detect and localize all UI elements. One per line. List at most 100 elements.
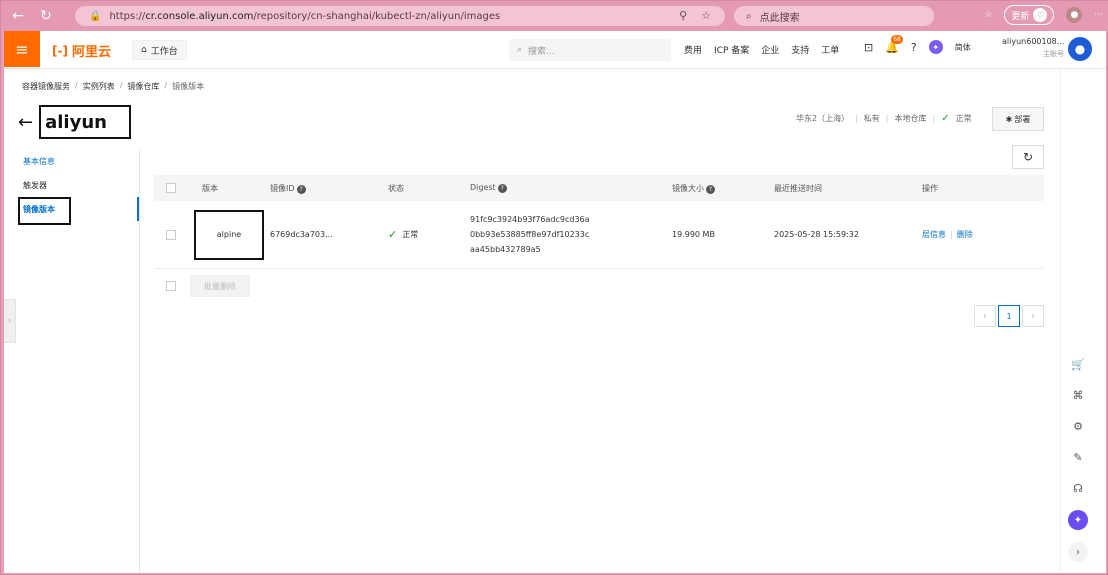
sidenav-triggers[interactable]: 触发器 xyxy=(18,173,139,197)
update-label: 更新 xyxy=(1011,11,1030,22)
expand-sidebar-icon[interactable]: › xyxy=(4,299,16,343)
url-prefix: https:// xyxy=(109,10,146,22)
sidenav-basic-info[interactable]: 基本信息 xyxy=(18,149,139,173)
col-size: 镜像大小? xyxy=(672,183,774,194)
repo-meta: 华东2（上海） | 私有 | 本地仓库 | ✓ 正常 xyxy=(796,113,972,124)
language-switch[interactable]: 简体 xyxy=(955,42,971,53)
avatar[interactable]: ● xyxy=(1068,37,1092,61)
highlight-box xyxy=(18,197,71,225)
nav-link-enterprise[interactable]: 企业 xyxy=(761,43,779,56)
refresh-icon: ↻ xyxy=(1022,150,1034,164)
check-icon: ✓ xyxy=(388,228,398,241)
bell-icon[interactable]: 🔔 68 xyxy=(885,34,903,54)
browser-window: ← ↻ 🔒 https://cr.console.aliyun.com/repo… xyxy=(0,0,1108,575)
console-topbar: ≡ [-] 阿里云 ⌂ 工作台 ⌕ 搜索... 费用 ICP 备案 企业 支持 … xyxy=(4,31,1106,69)
update-button[interactable]: 更新 ♡ xyxy=(1004,5,1055,25)
repo-status: 正常 xyxy=(955,114,972,123)
key-icon[interactable]: ⚲ xyxy=(679,9,687,22)
breadcrumb-item[interactable]: 镜像仓库 xyxy=(127,81,159,92)
address-bar[interactable]: 🔒 https://cr.console.aliyun.com/reposito… xyxy=(75,6,725,26)
nav-link-ticket[interactable]: 工单 xyxy=(821,43,839,56)
aliyun-mark-icon: [-] xyxy=(52,43,68,58)
code-icon[interactable]: ⌘ xyxy=(1067,386,1089,405)
refresh-button[interactable]: ↻ xyxy=(1012,145,1044,169)
batch-delete-button[interactable]: 批量删除 xyxy=(190,275,250,297)
cart-icon[interactable]: 🛒 xyxy=(1067,355,1089,374)
aliyun-logo[interactable]: [-] 阿里云 xyxy=(52,41,111,61)
help-icon[interactable]: ? xyxy=(296,184,306,194)
lock-icon: 🔒 xyxy=(89,10,102,22)
page-title: aliyun xyxy=(39,105,132,139)
profile-icon[interactable]: ● xyxy=(1066,7,1083,23)
breadcrumb-separator: / xyxy=(164,81,168,90)
page-header: ← aliyun xyxy=(18,105,132,139)
breadcrumb: 容器镜像服务 / 实例列表 / 镜像仓库 / 镜像版本 xyxy=(22,81,204,92)
digest-line: 0bb93e53885ff8e97df10233c xyxy=(470,230,590,239)
more-icon[interactable]: ··· xyxy=(1094,10,1103,20)
nav-link-support[interactable]: 支持 xyxy=(791,43,809,56)
image-table: 版本 镜像ID? 状态 Digest? 镜像大小? 最近推送时间 操作 alpi… xyxy=(154,175,1044,269)
url-host: cr.console.aliyun.com xyxy=(145,10,254,22)
col-version: 版本 xyxy=(202,183,218,193)
digest-line: 91fc9c3924b93f76adc9cd36a xyxy=(470,215,590,224)
layer-info-link[interactable]: 层信息 xyxy=(922,230,946,239)
col-actions: 操作 xyxy=(922,183,938,193)
pushed-cell: 2025-05-28 15:59:32 xyxy=(774,230,859,239)
col-pushed: 最近推送时间 xyxy=(774,183,822,193)
breadcrumb-item[interactable]: 容器镜像服务 xyxy=(22,81,70,92)
table-header: 版本 镜像ID? 状态 Digest? 镜像大小? 最近推送时间 操作 xyxy=(154,175,1044,201)
visibility-text: 私有 xyxy=(863,114,880,123)
breadcrumb-item[interactable]: 实例列表 xyxy=(83,81,115,92)
logo-text: 阿里云 xyxy=(71,45,111,60)
deploy-button[interactable]: ✱ 部署 xyxy=(992,107,1044,131)
headset-icon[interactable]: ☊ xyxy=(1067,479,1089,498)
nav-link-billing[interactable]: 费用 xyxy=(684,43,702,56)
browser-search-placeholder: 点此搜索 xyxy=(759,12,800,24)
chevron-right-icon[interactable]: › xyxy=(1068,542,1088,562)
status-cell: ✓ 正常 xyxy=(388,228,419,241)
back-icon[interactable]: ← xyxy=(7,5,29,27)
favorites-icon[interactable]: ☆ xyxy=(984,10,992,20)
account-info[interactable]: aliyun600108... 主账号 xyxy=(1002,37,1064,59)
reload-icon[interactable]: ↻ xyxy=(35,5,57,27)
batch-checkbox[interactable] xyxy=(166,281,176,291)
repo-type-text: 本地仓库 xyxy=(894,114,927,123)
ai-assistant-icon[interactable]: ✦ xyxy=(928,40,943,54)
breadcrumb-current: 镜像版本 xyxy=(172,82,205,91)
row-checkbox[interactable] xyxy=(166,229,176,240)
menu-icon[interactable]: ≡ xyxy=(4,31,40,67)
delete-link[interactable]: 删除 xyxy=(957,230,973,239)
back-arrow-icon[interactable]: ← xyxy=(18,112,33,133)
select-all-checkbox[interactable] xyxy=(166,183,176,193)
terminal-icon[interactable]: ⊡ xyxy=(864,41,873,54)
nav-link-icp[interactable]: ICP 备案 xyxy=(714,43,749,56)
console-search-placeholder: 搜索... xyxy=(528,46,555,57)
edit-icon[interactable]: ✎ xyxy=(1067,448,1089,467)
ai-sparkle-icon[interactable]: ✦ xyxy=(1068,510,1088,530)
region-text: 华东2（上海） xyxy=(796,114,850,123)
console-page: ≡ [-] 阿里云 ⌂ 工作台 ⌕ 搜索... 费用 ICP 备案 企业 支持 … xyxy=(4,31,1106,573)
settings-icon[interactable]: ⚙ xyxy=(1067,417,1089,436)
breadcrumb-separator: / xyxy=(119,81,123,90)
col-digest: Digest? xyxy=(470,183,672,193)
digest-line: aa45bb432789a5 xyxy=(470,245,541,254)
browser-search[interactable]: ⌕ 点此搜索 xyxy=(734,6,934,26)
version-cell: alpine xyxy=(194,209,264,260)
help-icon[interactable]: ? xyxy=(911,41,917,54)
next-page-icon[interactable]: › xyxy=(1022,305,1044,327)
browser-toolbar: ← ↻ 🔒 https://cr.console.aliyun.com/repo… xyxy=(1,1,1108,31)
check-icon: ✓ xyxy=(941,113,950,124)
workbench-button[interactable]: ⌂ 工作台 xyxy=(132,40,187,60)
home-icon: ⌂ xyxy=(141,45,147,55)
deploy-label: 部署 xyxy=(1014,114,1031,124)
page-number[interactable]: 1 xyxy=(998,305,1020,327)
favorite-star-icon[interactable]: ☆ xyxy=(701,9,711,22)
console-search[interactable]: ⌕ 搜索... xyxy=(509,39,671,61)
account-type: 主账号 xyxy=(1043,50,1064,58)
help-icon[interactable]: ? xyxy=(497,184,507,193)
breadcrumb-separator: / xyxy=(75,81,78,90)
table-row: alpine 6769dc3a703... ✓ 正常 91fc9c3924b93f… xyxy=(154,201,1044,269)
url-path: /repository/cn-shanghai/kubectl-zn/aliyu… xyxy=(253,10,501,22)
prev-page-icon[interactable]: ‹ xyxy=(974,305,996,327)
help-icon[interactable]: ? xyxy=(706,184,715,194)
